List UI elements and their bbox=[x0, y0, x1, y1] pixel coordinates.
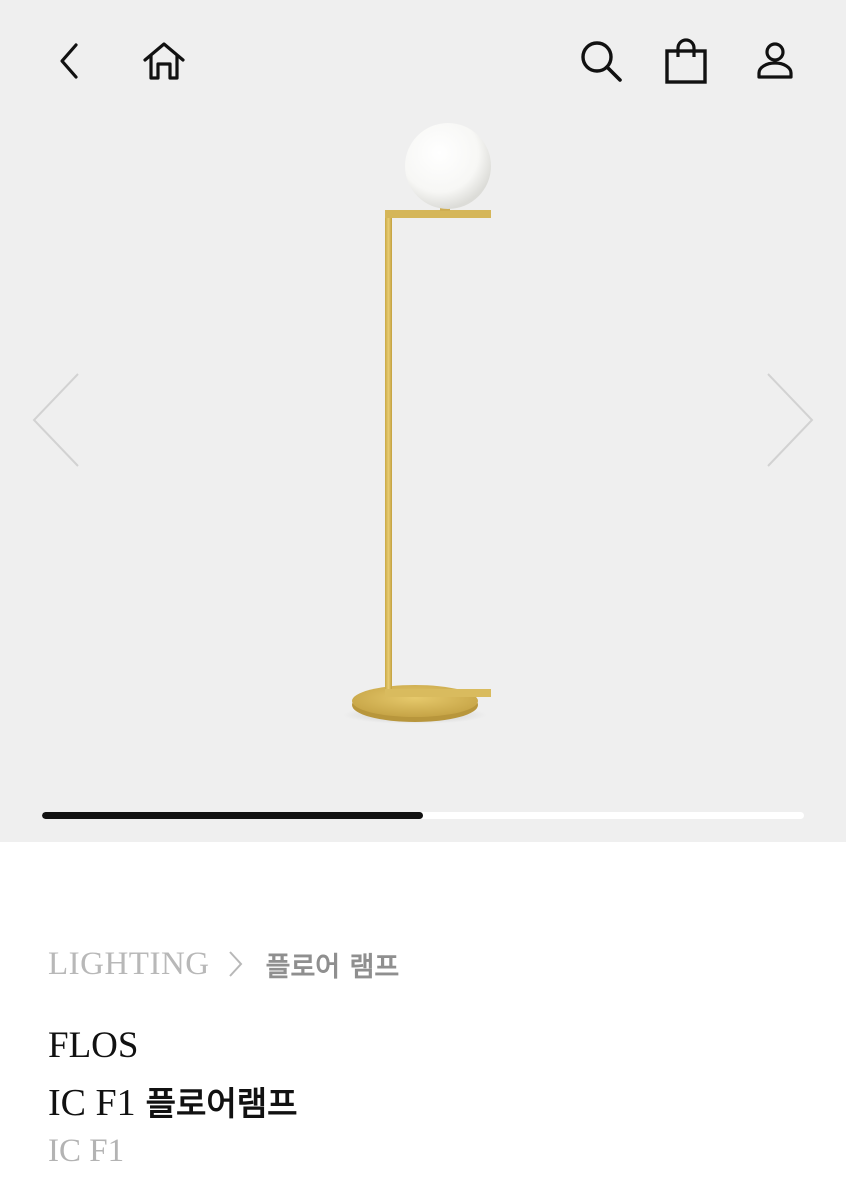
product-image-gallery[interactable] bbox=[0, 0, 846, 842]
product-brand[interactable]: FLOS bbox=[48, 1024, 138, 1067]
previous-image-button[interactable] bbox=[26, 368, 86, 472]
back-button[interactable] bbox=[44, 36, 94, 86]
image-progress-bar bbox=[42, 812, 804, 819]
image-progress-fill bbox=[42, 812, 423, 819]
breadcrumb-separator-icon bbox=[226, 949, 244, 979]
breadcrumb: LIGHTING 플로어 램프 bbox=[48, 942, 399, 986]
breadcrumb-subcategory[interactable]: 플로어 램프 bbox=[266, 945, 400, 984]
back-icon bbox=[60, 43, 78, 79]
product-title-type: 플로어램프 bbox=[145, 1084, 298, 1123]
product-image-lamp bbox=[343, 123, 491, 724]
home-button[interactable] bbox=[139, 36, 189, 86]
chevron-right-icon bbox=[767, 373, 814, 467]
my-account-button[interactable] bbox=[750, 36, 800, 86]
shopping-bag-button[interactable] bbox=[661, 36, 711, 86]
shopping-bag-icon bbox=[665, 38, 707, 84]
product-model-code: IC F1 bbox=[48, 1133, 125, 1169]
home-icon bbox=[143, 42, 185, 80]
product-title: IC F1 플로어램프 bbox=[48, 1077, 297, 1125]
next-image-button[interactable] bbox=[760, 368, 820, 472]
chevron-left-icon bbox=[32, 373, 79, 467]
search-icon bbox=[581, 41, 622, 82]
product-title-model: IC F1 bbox=[48, 1082, 136, 1124]
breadcrumb-category[interactable]: LIGHTING bbox=[48, 946, 210, 983]
top-navigation-bar bbox=[0, 0, 846, 125]
search-button[interactable] bbox=[576, 36, 626, 86]
user-icon bbox=[757, 42, 793, 79]
